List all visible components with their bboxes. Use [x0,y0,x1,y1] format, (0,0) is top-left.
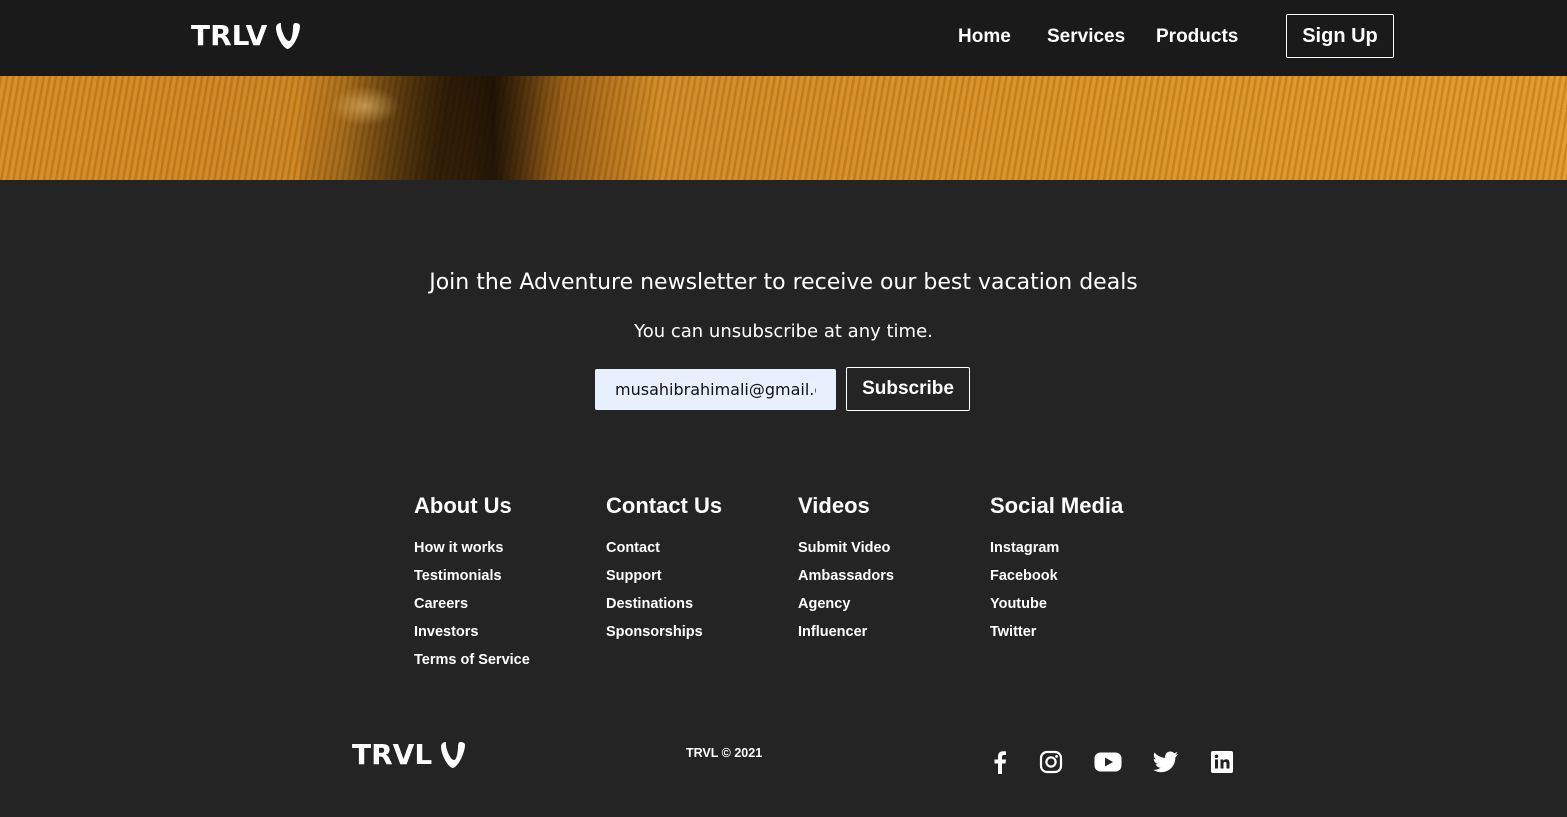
linkedin-icon[interactable] [1208,748,1236,776]
nav-link-services[interactable]: Services [1047,26,1125,48]
footer-link[interactable]: Terms of Service [414,646,594,674]
signup-button[interactable]: Sign Up [1286,14,1394,58]
instagram-icon[interactable] [1037,748,1065,776]
typo3-icon [276,23,301,49]
nav-link-home[interactable]: Home [958,26,1011,48]
footer-link[interactable]: Destinations [606,590,786,618]
footer-column-about: About Us How it works Testimonials Caree… [414,492,594,674]
footer-link[interactable]: Influencer [798,618,978,646]
footer-logo-text: TRVL [352,738,433,771]
footer-column-videos: Videos Submit Video Ambassadors Agency I… [798,492,978,646]
footer-link[interactable]: Investors [414,618,594,646]
nav-logo[interactable]: TRLV [191,19,301,53]
footer-link[interactable]: Support [606,562,786,590]
footer-link[interactable]: How it works [414,534,594,562]
column-title: Social Media [990,493,1124,518]
logo-text: TRLV [191,19,268,52]
footer-link[interactable]: Instagram [990,534,1170,562]
column-title: Contact Us [606,493,723,518]
email-input[interactable] [595,369,836,410]
newsletter-heading: Join the Adventure newsletter to receive… [429,270,1138,295]
subscribe-button[interactable]: Subscribe [846,367,970,411]
twitter-icon[interactable] [1152,748,1180,776]
newsletter-subtext: You can unsubscribe at any time. [634,321,933,342]
desert-banner-image [0,76,1567,180]
footer-link[interactable]: Contact [606,534,786,562]
footer-link[interactable]: Ambassadors [798,562,978,590]
footer-link[interactable]: Careers [414,590,594,618]
footer-logo[interactable]: TRVL [352,738,466,772]
footer-link[interactable]: Testimonials [414,562,594,590]
footer-link[interactable]: Submit Video [798,534,978,562]
nav-link-products[interactable]: Products [1156,26,1238,48]
footer-column-social: Social Media Instagram Facebook Youtube … [990,492,1170,646]
typo3-icon [441,742,466,768]
youtube-icon[interactable] [1094,748,1122,776]
copyright-text: TRVL © 2021 [686,746,763,760]
footer-link[interactable]: Agency [798,590,978,618]
navbar: TRLV Home Services Products Sign Up [0,0,1567,76]
footer-link[interactable]: Twitter [990,618,1170,646]
column-title: Videos [798,493,870,518]
footer-link[interactable]: Facebook [990,562,1170,590]
footer-link[interactable]: Youtube [990,590,1170,618]
column-title: About Us [414,493,512,518]
footer-link[interactable]: Sponsorships [606,618,786,646]
facebook-icon[interactable] [986,748,1014,776]
banner-highlight [330,86,400,126]
footer-column-contact: Contact Us Contact Support Destinations … [606,492,786,646]
